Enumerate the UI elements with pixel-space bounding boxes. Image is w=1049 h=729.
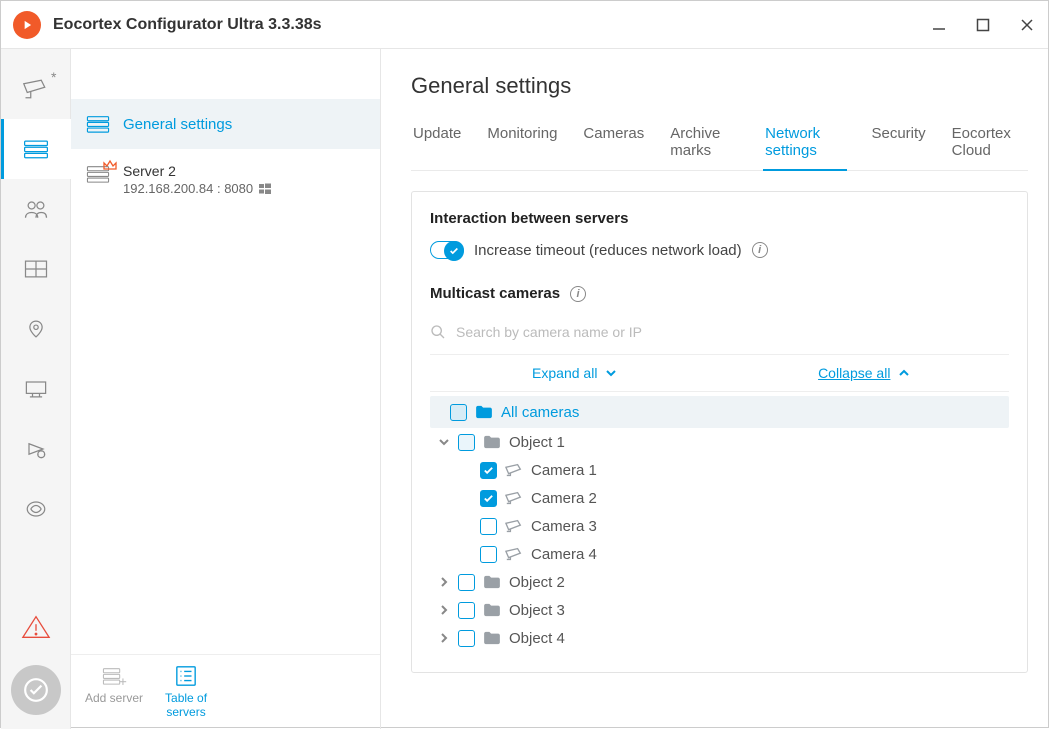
search-icon: [430, 324, 446, 340]
tab-update[interactable]: Update: [411, 125, 463, 170]
tree-camera[interactable]: Camera 4: [430, 540, 1009, 568]
tree-label: Object 1: [509, 434, 565, 451]
increase-timeout-label: Increase timeout (reduces network load): [474, 242, 742, 259]
info-icon[interactable]: i: [570, 286, 586, 302]
nav-views[interactable]: [1, 359, 71, 419]
tree-folder-object2[interactable]: Object 2: [430, 568, 1009, 596]
tree-folder-object1[interactable]: Object 1: [430, 428, 1009, 456]
tree-label: Camera 3: [531, 518, 597, 535]
title-bar: Eocortex Configurator Ultra 3.3.38s: [1, 1, 1048, 49]
camera-icon: [505, 491, 523, 505]
tree-label: Camera 1: [531, 462, 597, 479]
server-panel-general[interactable]: General settings: [71, 99, 380, 149]
tree-folder-object3[interactable]: Object 3: [430, 596, 1009, 624]
tree-label: All cameras: [501, 404, 579, 421]
tab-eocortex-cloud[interactable]: Eocortex Cloud: [950, 125, 1028, 170]
tree-camera[interactable]: Camera 1: [430, 456, 1009, 484]
multicast-title: Multicast cameras: [430, 285, 560, 302]
cameras-modified-badge: *: [51, 69, 56, 85]
camera-tree: All cameras Object 1 Camera 1: [430, 392, 1009, 652]
chevron-right-icon[interactable]: [438, 604, 450, 616]
checkbox[interactable]: [480, 462, 497, 479]
tree-camera[interactable]: Camera 3: [430, 512, 1009, 540]
server-address: 192.168.200.84 : 8080: [123, 181, 271, 196]
checkbox[interactable]: [480, 518, 497, 535]
folder-icon: [483, 631, 501, 645]
server-panel: General settings Server 2 192.168.200.84…: [71, 49, 381, 729]
tree-folder-object4[interactable]: Object 4: [430, 624, 1009, 652]
apply-button[interactable]: [11, 665, 61, 715]
checkbox[interactable]: [480, 490, 497, 507]
folder-icon: [483, 603, 501, 617]
nav-rail: *: [1, 49, 71, 729]
nav-plans[interactable]: [1, 239, 71, 299]
camera-icon: [505, 547, 523, 561]
tree-label: Camera 4: [531, 546, 597, 563]
checkbox[interactable]: [480, 546, 497, 563]
table-of-servers-button[interactable]: Table of servers: [157, 655, 215, 729]
increase-timeout-toggle[interactable]: [430, 241, 464, 259]
tabs: Update Monitoring Cameras Archive marks …: [411, 125, 1028, 171]
nav-warnings[interactable]: [1, 597, 71, 657]
folder-icon: [483, 575, 501, 589]
tree-label: Object 3: [509, 602, 565, 619]
nav-users[interactable]: [1, 179, 71, 239]
maximize-button[interactable]: [974, 16, 992, 34]
nav-cameras[interactable]: *: [1, 59, 71, 119]
nav-automation[interactable]: [1, 419, 71, 479]
folder-icon: [483, 435, 501, 449]
tab-cameras[interactable]: Cameras: [581, 125, 646, 170]
checkbox[interactable]: [450, 404, 467, 421]
folder-icon: [475, 405, 493, 419]
camera-icon: [505, 519, 523, 533]
server-item[interactable]: Server 2 192.168.200.84 : 8080: [71, 149, 380, 210]
tree-root[interactable]: All cameras: [430, 396, 1009, 428]
collapse-all-button[interactable]: Collapse all: [720, 355, 1010, 391]
crown-icon: [103, 159, 117, 171]
checkbox[interactable]: [458, 434, 475, 451]
server-name: Server 2: [123, 163, 271, 179]
page-title: General settings: [411, 73, 1028, 99]
tree-label: Object 4: [509, 630, 565, 647]
general-settings-label: General settings: [123, 116, 232, 133]
nav-servers[interactable]: [1, 119, 71, 179]
chevron-right-icon[interactable]: [438, 576, 450, 588]
camera-search-input[interactable]: [456, 324, 1009, 340]
tab-network-settings[interactable]: Network settings: [763, 125, 847, 171]
camera-icon: [505, 463, 523, 477]
tree-label: Object 2: [509, 574, 565, 591]
checkbox[interactable]: [458, 574, 475, 591]
interaction-title: Interaction between servers: [430, 210, 1009, 227]
tab-security[interactable]: Security: [869, 125, 927, 170]
windows-icon: [259, 183, 271, 195]
close-button[interactable]: [1018, 16, 1036, 34]
checkbox[interactable]: [458, 630, 475, 647]
info-icon[interactable]: i: [752, 242, 768, 258]
nav-maps[interactable]: [1, 299, 71, 359]
tree-label: Camera 2: [531, 490, 597, 507]
tab-monitoring[interactable]: Monitoring: [485, 125, 559, 170]
interaction-section: Interaction between servers Increase tim…: [411, 191, 1028, 673]
checkbox[interactable]: [458, 602, 475, 619]
add-server-button[interactable]: Add server: [77, 655, 151, 729]
chevron-down-icon[interactable]: [438, 436, 450, 448]
chevron-right-icon[interactable]: [438, 632, 450, 644]
tab-archive-marks[interactable]: Archive marks: [668, 125, 741, 170]
main-content: General settings Update Monitoring Camer…: [381, 49, 1048, 729]
tree-camera[interactable]: Camera 2: [430, 484, 1009, 512]
expand-all-button[interactable]: Expand all: [430, 355, 720, 391]
nav-analytics[interactable]: [1, 479, 71, 539]
window-title: Eocortex Configurator Ultra 3.3.38s: [53, 16, 930, 34]
minimize-button[interactable]: [930, 16, 948, 34]
app-logo: [13, 11, 41, 39]
